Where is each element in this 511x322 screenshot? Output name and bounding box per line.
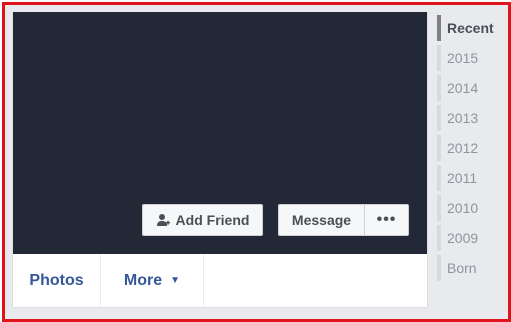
message-button-group: Message ••• — [278, 204, 409, 236]
timeline-item-label: Recent — [447, 20, 494, 36]
tab-more[interactable]: More ▼ — [101, 254, 204, 307]
tab-more-label: More — [123, 271, 163, 289]
timeline-item-2014[interactable]: 2014 — [435, 73, 505, 103]
timeline-marker — [437, 195, 441, 221]
timeline-item-recent[interactable]: Recent — [435, 13, 505, 43]
message-button[interactable]: Message — [279, 205, 365, 235]
timeline-item-label: 2010 — [447, 200, 479, 216]
timeline-item-label: 2014 — [447, 80, 479, 96]
timeline-marker — [437, 165, 441, 191]
timeline-item-born[interactable]: Born — [435, 253, 505, 283]
timeline-item-2011[interactable]: 2011 — [435, 163, 505, 193]
timeline-item-2013[interactable]: 2013 — [435, 103, 505, 133]
timeline-item-label: 2013 — [447, 110, 479, 126]
tab-photos-label: Photos — [29, 271, 84, 289]
timeline-item-label: Born — [447, 260, 477, 276]
add-friend-label: Add Friend — [175, 212, 250, 228]
cover-photo[interactable]: Add Friend Message ••• — [13, 12, 427, 254]
timeline-item-label: 2015 — [447, 50, 479, 66]
timeline-item-label: 2011 — [447, 170, 478, 186]
timeline-marker — [437, 15, 441, 41]
timeline-item-2010[interactable]: 2010 — [435, 193, 505, 223]
timeline-item-label: 2012 — [447, 140, 479, 156]
timeline-item-label: 2009 — [447, 230, 479, 246]
more-options-button[interactable]: ••• — [365, 205, 408, 235]
tab-photos[interactable]: Photos — [13, 254, 101, 307]
timeline-item-2015[interactable]: 2015 — [435, 43, 505, 73]
timeline-item-2009[interactable]: 2009 — [435, 223, 505, 253]
timeline-item-2012[interactable]: 2012 — [435, 133, 505, 163]
add-person-icon — [156, 213, 170, 227]
timeline-nav: Recent 2015 2014 2013 2012 2011 2010 200… — [435, 13, 505, 283]
profile-header: Add Friend Message ••• Photos More ▼ — [12, 12, 428, 308]
screenshot-frame: Add Friend Message ••• Photos More ▼ Rec… — [2, 2, 511, 322]
timeline-marker — [437, 225, 441, 251]
timeline-marker — [437, 75, 441, 101]
timeline-marker — [437, 45, 441, 71]
profile-tabs: Photos More ▼ — [13, 254, 427, 307]
add-friend-button[interactable]: Add Friend — [142, 204, 263, 236]
timeline-marker — [437, 105, 441, 131]
timeline-marker — [437, 255, 441, 281]
timeline-marker — [437, 135, 441, 161]
caret-down-icon: ▼ — [170, 275, 181, 286]
